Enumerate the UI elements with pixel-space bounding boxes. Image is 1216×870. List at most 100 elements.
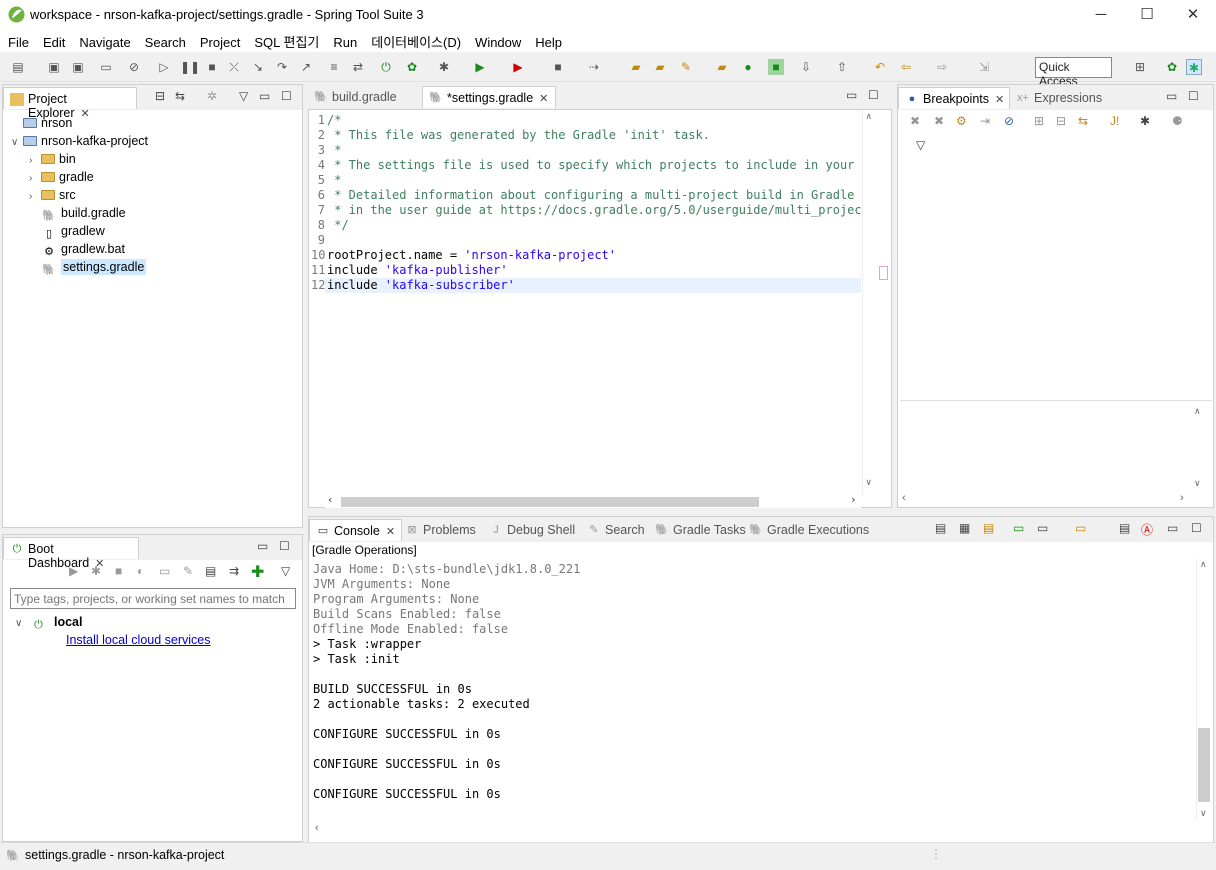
tab-boot-dashboard[interactable]: ⏻ Boot Dashboard ✕ — [3, 537, 139, 570]
menu-item[interactable]: Window — [467, 33, 527, 50]
menu-item[interactable]: Navigate — [71, 33, 136, 50]
disconnect-icon[interactable]: ⤫ — [226, 59, 242, 75]
editor-vscrollbar[interactable]: ∧ ∨ — [862, 110, 876, 494]
tree-item[interactable]: › gradle — [29, 168, 94, 186]
open-browser-icon[interactable]: ◐ — [137, 564, 144, 578]
debug-icon[interactable]: ✱ — [436, 59, 452, 75]
save-all-icon[interactable]: ▣ — [70, 59, 86, 75]
minimize-view-icon[interactable]: ▭ — [846, 88, 857, 102]
tab-gradle-tasks[interactable]: 🐘 Gradle Tasks — [649, 519, 752, 541]
step-into-icon[interactable]: ↘ — [250, 59, 266, 75]
open-project-icon[interactable]: ▰ — [628, 59, 644, 75]
edit-icon[interactable]: ✎ — [183, 564, 193, 578]
properties-icon[interactable]: ▤ — [205, 564, 216, 578]
pin-console-icon[interactable]: ▭ — [1013, 521, 1024, 535]
tree-item[interactable]: nrson — [11, 114, 72, 132]
code-line[interactable]: * — [327, 143, 341, 157]
close-icon[interactable]: ✕ — [995, 94, 1004, 106]
scroll-up-icon[interactable]: ∧ — [1200, 559, 1207, 570]
overview-ruler-marker[interactable] — [879, 266, 888, 280]
back-icon[interactable]: ⇦ — [898, 59, 914, 75]
tab-search[interactable]: ✎ Search — [581, 519, 651, 541]
group-icon[interactable]: ⚈ — [1172, 114, 1183, 128]
tree-item[interactable]: 🐘 build.gradle — [29, 204, 126, 222]
remove-all-icon[interactable]: ✖ — [934, 114, 944, 128]
new-icon[interactable]: ▤ — [10, 59, 26, 75]
maximize-view-icon[interactable]: ☐ — [279, 539, 290, 553]
step-over-icon[interactable]: ↷ — [274, 59, 290, 75]
boot-dashboard-icon[interactable]: ⏻ — [378, 59, 394, 75]
view-menu-icon[interactable]: ▽ — [916, 138, 925, 152]
spring-starter-icon[interactable]: ✿ — [404, 59, 420, 75]
code-line[interactable]: include 'kafka-subscriber' — [327, 278, 515, 292]
suspend-icon[interactable]: ❚❚ — [180, 59, 200, 75]
skip-breakpoints-icon[interactable]: ⊘ — [126, 59, 142, 75]
local-target-row[interactable]: ∨ ⏻ local — [15, 613, 82, 631]
console-output[interactable]: Gradle Version: 5.0Java Home: D:\sts-bun… — [313, 558, 1193, 820]
link-icon[interactable]: ⇆ — [1078, 114, 1088, 128]
menu-item[interactable]: File — [0, 33, 35, 50]
word-wrap-icon[interactable]: ▤ — [983, 521, 994, 535]
scroll-down-icon[interactable]: ∨ — [866, 478, 871, 488]
maximize-button[interactable]: ☐ — [1124, 0, 1170, 30]
close-icon[interactable]: ✕ — [386, 526, 395, 538]
maximize-view-icon[interactable]: ☐ — [1191, 521, 1202, 535]
stop-icon[interactable]: ■ — [550, 59, 566, 75]
show-supported-icon[interactable]: ⚙ — [956, 114, 967, 128]
last-edit-icon[interactable]: ↶ — [872, 59, 888, 75]
menu-item[interactable]: 데이터베이스(D) — [363, 30, 467, 51]
scroll-down-icon[interactable]: ∨ — [1194, 478, 1201, 489]
code-line[interactable]: include 'kafka-publisher' — [327, 263, 508, 277]
tab-breakpoints[interactable]: ● Breakpoints ✕ — [898, 87, 1010, 109]
resume-icon[interactable]: ▷ — [156, 59, 172, 75]
green-ball-icon[interactable]: ● — [740, 59, 756, 75]
deploy-icon[interactable]: ⇢ — [586, 59, 602, 75]
external-tools-icon[interactable]: ▶ — [510, 59, 526, 75]
clear-console-icon[interactable]: ▤ — [935, 521, 946, 535]
close-button[interactable]: ✕ — [1170, 0, 1216, 30]
open-perspective-icon[interactable]: ⊞ — [1132, 59, 1148, 75]
code-line[interactable]: * Detailed information about configuring… — [327, 188, 861, 202]
scroll-left-icon[interactable]: ‹ — [315, 822, 319, 834]
forward-icon[interactable]: ⇨ — [934, 59, 950, 75]
debug-start-icon[interactable]: ✱ — [91, 564, 101, 578]
spring-perspective-icon[interactable]: ✿ — [1164, 59, 1180, 75]
menu-item[interactable]: Help — [527, 33, 568, 50]
scroll-right-icon[interactable]: › — [850, 493, 857, 506]
open-folder-icon[interactable]: ▰ — [652, 59, 668, 75]
prev-annotation-icon[interactable]: ⇧ — [834, 59, 850, 75]
code-line[interactable]: */ — [327, 218, 348, 232]
remove-icon[interactable]: ✖ — [910, 114, 920, 128]
start-icon[interactable]: ▶ — [69, 564, 78, 578]
tree-item[interactable]: ⚙ gradlew.bat — [29, 240, 125, 258]
hscroll-thumb[interactable] — [341, 497, 759, 507]
add-icon[interactable]: ✚ — [251, 562, 264, 582]
add-breakpoint-icon[interactable]: ✱ — [1140, 114, 1150, 128]
close-icon[interactable]: ✕ — [539, 93, 548, 105]
tree-item[interactable]: ▯ gradlew — [29, 222, 105, 240]
use-step-filters-icon[interactable]: ≡ — [326, 59, 342, 75]
skip-all-icon[interactable]: ⊘ — [1004, 114, 1014, 128]
code-line[interactable]: * The settings file is used to specify w… — [327, 158, 861, 172]
tags-icon[interactable]: ⇉ — [229, 564, 239, 578]
view-menu-icon[interactable]: ▽ — [281, 564, 290, 578]
exception-icon[interactable]: J! — [1110, 114, 1119, 128]
terminate-icon[interactable]: ■ — [204, 59, 220, 75]
tab-gradle-executions[interactable]: 🐘 Gradle Executions — [743, 519, 875, 541]
minimize-button[interactable]: ─ — [1078, 0, 1124, 30]
maximize-view-icon[interactable]: ☐ — [281, 89, 292, 103]
tab-build-gradle[interactable]: 🐘 build.gradle — [308, 86, 418, 108]
tree-item[interactable]: › bin — [29, 150, 76, 168]
dashboard-filter-input[interactable] — [10, 588, 296, 609]
minimize-view-icon[interactable]: ▭ — [1167, 521, 1178, 535]
pin-editor-icon[interactable]: ⇲ — [976, 59, 992, 75]
tab-settings-gradle[interactable]: 🐘 *settings.gradle ✕ — [422, 86, 556, 108]
stop-app-icon[interactable]: ■ — [115, 564, 122, 578]
tab-expressions[interactable]: x+ Expressions — [1010, 87, 1120, 109]
goto-file-icon[interactable]: ⇥ — [980, 114, 990, 128]
tab-problems[interactable]: ⊠ Problems — [399, 519, 482, 541]
vscroll-thumb[interactable] — [1198, 728, 1210, 802]
scroll-right-icon[interactable]: › — [1180, 492, 1184, 504]
step-return-icon[interactable]: ↗ — [298, 59, 314, 75]
code-line[interactable]: * in the user guide at https://docs.grad… — [327, 203, 861, 217]
